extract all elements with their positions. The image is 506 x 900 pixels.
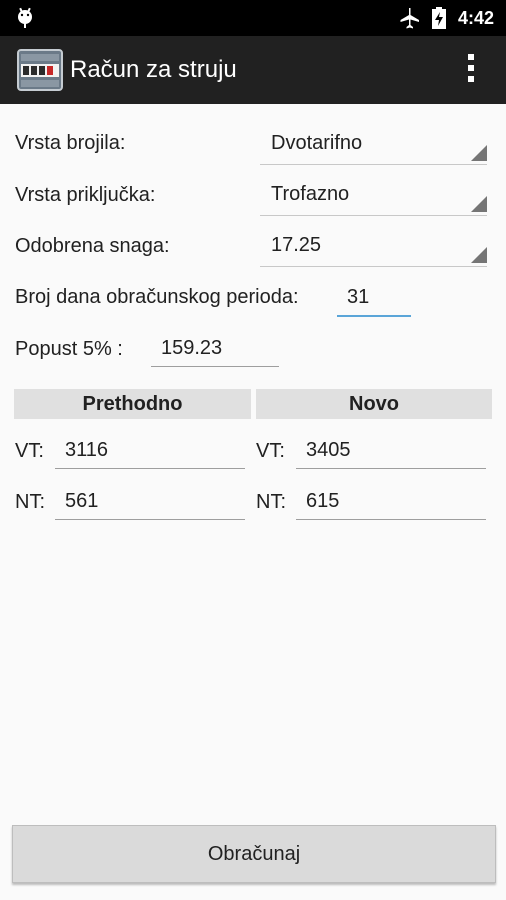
meter-type-spinner[interactable]: Dvotarifno [260, 128, 487, 165]
new-nt-label: NT: [256, 491, 286, 513]
electricity-meter-icon [17, 49, 63, 91]
new-nt-value: 615 [306, 490, 340, 512]
approved-power-label: Odobrena snaga: [15, 235, 170, 257]
dropdown-triangle-icon [471, 196, 487, 212]
previous-vt-input[interactable]: 3116 [55, 436, 245, 469]
battery-charging-icon [431, 7, 446, 29]
meter-type-value: Dvotarifno [271, 132, 363, 154]
approved-power-value: 17.25 [271, 234, 322, 256]
previous-nt-label: NT: [15, 491, 45, 513]
new-nt-input[interactable]: 615 [296, 487, 486, 520]
dropdown-triangle-icon [471, 247, 487, 263]
previous-nt-input[interactable]: 561 [55, 487, 245, 520]
billing-days-label: Broj dana obračunskog perioda: [15, 286, 299, 308]
discount-label: Popust 5% : [15, 338, 123, 360]
app-title: Račun za struju [70, 56, 237, 83]
new-header: Novo [256, 389, 492, 419]
new-vt-input[interactable]: 3405 [296, 436, 486, 469]
billing-days-input[interactable]: 31 [337, 283, 411, 317]
overflow-menu-icon[interactable] [466, 54, 476, 88]
previous-vt-label: VT: [15, 440, 44, 462]
new-vt-label: VT: [256, 440, 285, 462]
approved-power-spinner[interactable]: 17.25 [260, 230, 487, 267]
discount-value: 159.23 [161, 337, 223, 359]
previous-nt-value: 561 [65, 490, 99, 512]
previous-vt-value: 3116 [65, 439, 109, 461]
calculate-button[interactable]: Obračunaj [12, 825, 496, 883]
android-debug-icon [18, 7, 32, 28]
status-bar: 4:42 [0, 0, 506, 36]
clock: 4:42 [457, 7, 494, 28]
previous-header: Prethodno [14, 389, 251, 419]
connection-type-label: Vrsta priključka: [15, 184, 156, 206]
meter-type-label: Vrsta brojila: [15, 132, 126, 154]
new-vt-value: 3405 [306, 439, 351, 461]
app-bar: Račun za struju [0, 36, 506, 104]
billing-days-value: 31 [347, 286, 370, 308]
connection-type-value: Trofazno [271, 183, 350, 205]
dropdown-triangle-icon [471, 145, 487, 161]
airplane-mode-icon [400, 8, 419, 29]
discount-input[interactable]: 159.23 [151, 334, 279, 367]
connection-type-spinner[interactable]: Trofazno [260, 179, 487, 216]
